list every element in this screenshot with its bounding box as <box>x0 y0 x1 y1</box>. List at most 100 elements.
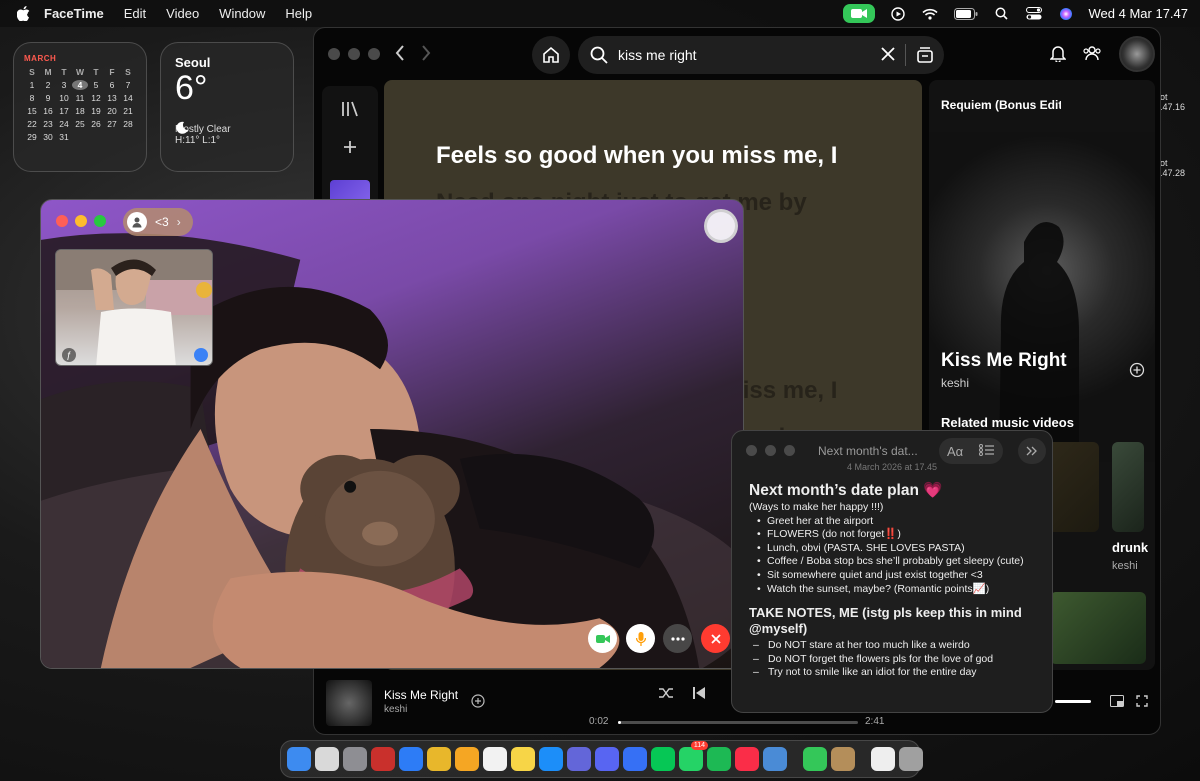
weather-condition: Mostly Clear <box>175 124 231 135</box>
volume-slider[interactable] <box>1055 700 1091 703</box>
library-icon[interactable] <box>341 100 359 123</box>
dock-notes-icon[interactable] <box>511 747 535 771</box>
playback-progress-bar[interactable] <box>618 721 858 724</box>
notes-zoom-button[interactable] <box>784 445 795 456</box>
related-video-artist[interactable]: keshi <box>1112 560 1138 572</box>
dock-safari-icon[interactable] <box>399 747 423 771</box>
apple-icon[interactable] <box>16 6 30 21</box>
play-circle-icon[interactable] <box>889 6 907 21</box>
facetime-minimize-button[interactable] <box>75 215 87 227</box>
song-title[interactable]: Kiss Me Right <box>941 350 1067 372</box>
dock-contacts-icon[interactable] <box>831 747 855 771</box>
peek-text: .47.28 <box>1160 168 1186 178</box>
note-subheading: (Ways to make her happy !!!) <box>749 501 884 513</box>
song-artist[interactable]: keshi <box>941 376 969 390</box>
effects-icon[interactable]: ƒ <box>62 348 76 362</box>
caller-name-pill[interactable]: <3 › <box>123 208 193 236</box>
dock-chrome-icon[interactable] <box>427 747 451 771</box>
control-center-icon[interactable] <box>1025 7 1043 21</box>
menu-window[interactable]: Window <box>219 6 265 21</box>
portrait-mode-icon[interactable] <box>194 348 208 362</box>
player-artist[interactable]: keshi <box>384 704 407 715</box>
menu-bar: FaceTime Edit Video Window Help Wed 4 Ma… <box>0 0 1200 27</box>
mute-button[interactable] <box>626 624 655 653</box>
dock-preview-icon[interactable] <box>763 747 787 771</box>
now-playing-cover[interactable] <box>326 680 372 726</box>
notes-minimize-button[interactable] <box>765 445 776 456</box>
siri-icon[interactable] <box>1057 7 1075 21</box>
search-input[interactable]: kiss me right <box>618 47 697 63</box>
menu-video[interactable]: Video <box>166 6 199 21</box>
window-minimize-button[interactable] <box>348 48 360 60</box>
lyric-line-current[interactable]: Feels so good when you miss me, I <box>436 132 870 179</box>
dock-facetime-icon[interactable] <box>803 747 827 771</box>
search-bar[interactable]: kiss me right <box>578 36 944 74</box>
add-to-playlist-icon[interactable] <box>471 694 485 713</box>
calendar-day: 1 <box>29 80 35 90</box>
more-options-button[interactable] <box>663 624 692 653</box>
related-video-thumbnail[interactable] <box>1050 592 1146 664</box>
wifi-icon[interactable] <box>921 7 939 21</box>
note-body[interactable]: Next month’s date plan 💗 (Ways to make h… <box>749 481 1044 680</box>
calendar-day: 6 <box>109 80 115 90</box>
related-video-title[interactable]: drunk <box>1112 540 1148 555</box>
dock-whatsapp-icon[interactable]: 114 <box>679 741 708 771</box>
dock-launchpad-icon[interactable] <box>315 747 339 771</box>
dock-system-settings-icon[interactable] <box>343 747 367 771</box>
menu-edit[interactable]: Edit <box>124 6 146 21</box>
friend-activity-icon[interactable] <box>1083 45 1101 66</box>
facetime-active-icon[interactable] <box>842 4 875 23</box>
miniplayer-icon[interactable] <box>1110 694 1124 712</box>
dock-photo-booth-icon[interactable] <box>371 747 395 771</box>
home-button[interactable] <box>532 36 570 74</box>
player-song-title[interactable]: Kiss Me Right <box>384 688 458 702</box>
add-to-library-icon[interactable] <box>1129 362 1145 383</box>
shuffle-icon[interactable] <box>658 686 674 705</box>
dock-finder-icon[interactable] <box>287 747 311 771</box>
camera-toggle-button[interactable] <box>588 624 617 653</box>
expand-toolbar-icon[interactable] <box>1018 438 1046 464</box>
facetime-zoom-button[interactable] <box>94 215 106 227</box>
text-format-icon[interactable]: Aα <box>947 444 963 459</box>
spotlight-search-icon[interactable] <box>993 7 1011 21</box>
back-arrow-icon[interactable] <box>394 44 406 67</box>
menu-clock[interactable]: Wed 4 Mar 17.47 <box>1089 6 1188 21</box>
battery-icon[interactable] <box>953 7 979 21</box>
notifications-bell-icon[interactable] <box>1049 45 1067 67</box>
dock-reminders-icon[interactable] <box>483 747 507 771</box>
spotify-toolbar: kiss me right <box>314 28 1160 80</box>
capture-photo-button[interactable] <box>704 209 738 243</box>
dock-discord-icon[interactable] <box>595 747 619 771</box>
weather-widget[interactable]: Seoul 6° Mostly Clear H:11° L:1° <box>160 42 294 172</box>
dock-shortcuts-icon[interactable] <box>567 747 591 771</box>
end-call-button[interactable] <box>701 624 730 653</box>
album-title[interactable]: Requiem (Bonus Edition) <box>941 98 1061 112</box>
dock-music-icon[interactable] <box>735 747 759 771</box>
menu-app-name[interactable]: FaceTime <box>44 6 104 21</box>
note-bullet-list: Greet her at the airport FLOWERS (do not… <box>749 515 1044 597</box>
checklist-icon[interactable] <box>979 443 995 460</box>
related-video-thumbnail[interactable] <box>1112 442 1144 532</box>
self-view-video[interactable]: ƒ <box>55 249 213 366</box>
dock-app-store-icon[interactable] <box>539 747 563 771</box>
window-zoom-button[interactable] <box>368 48 380 60</box>
profile-avatar[interactable] <box>1119 36 1155 72</box>
dock-spotify-icon[interactable] <box>707 747 731 771</box>
dock-photos-icon[interactable] <box>455 747 479 771</box>
facetime-close-button[interactable] <box>56 215 68 227</box>
previous-track-icon[interactable] <box>692 686 706 705</box>
browse-icon[interactable] <box>916 46 934 67</box>
fullscreen-icon[interactable] <box>1136 694 1148 712</box>
notes-close-button[interactable] <box>746 445 757 456</box>
create-playlist-icon[interactable] <box>341 138 359 161</box>
calendar-widget[interactable]: MARCH S M T W T F S 1 2 3 4 5 6 7 8 9 10 11 12 13 14 15 16 17 18… <box>13 42 147 172</box>
window-close-button[interactable] <box>328 48 340 60</box>
menu-help[interactable]: Help <box>285 6 312 21</box>
forward-arrow-icon[interactable] <box>420 44 432 67</box>
dock-document-icon[interactable] <box>871 747 895 771</box>
calendar-day: 3 <box>61 80 67 90</box>
clear-search-icon[interactable] <box>880 46 896 65</box>
dock-line-icon[interactable] <box>651 747 675 771</box>
dock-trash-icon[interactable] <box>899 747 923 771</box>
dock-bluetooth-app-icon[interactable] <box>623 747 647 771</box>
